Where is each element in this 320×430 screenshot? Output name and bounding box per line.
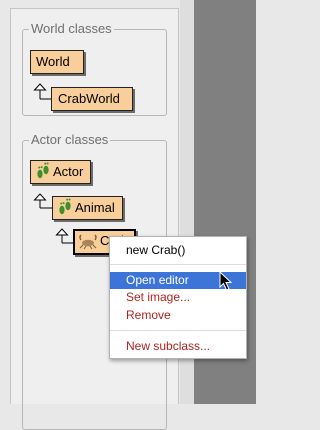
- menu-item-new-crab[interactable]: new Crab(): [110, 242, 246, 259]
- mouse-pointer-icon: [219, 271, 233, 291]
- class-animal[interactable]: Animal: [52, 196, 123, 220]
- crab-icon: [79, 234, 97, 250]
- menu-item-remove[interactable]: Remove: [110, 307, 246, 324]
- class-world[interactable]: World: [30, 50, 84, 74]
- class-crabworld[interactable]: CrabWorld: [51, 87, 133, 111]
- world-classes-group: World classes World CrabWorld: [22, 21, 167, 116]
- footprint-icon: [37, 162, 49, 179]
- context-menu: new Crab() Open editor Set image... Remo…: [109, 236, 247, 359]
- world-classes-title: World classes: [29, 21, 114, 37]
- class-crabworld-label: CrabWorld: [58, 91, 120, 106]
- class-actor-label: Actor: [53, 164, 84, 179]
- class-world-label: World: [36, 54, 70, 69]
- class-animal-label: Animal: [75, 200, 115, 215]
- actor-classes-title: Actor classes: [29, 132, 111, 148]
- menu-separator: [110, 264, 246, 265]
- class-actor[interactable]: Actor: [30, 160, 91, 184]
- menu-item-new-subclass[interactable]: New subclass...: [110, 338, 246, 355]
- footprint-icon: [59, 198, 71, 215]
- menu-separator: [110, 330, 246, 331]
